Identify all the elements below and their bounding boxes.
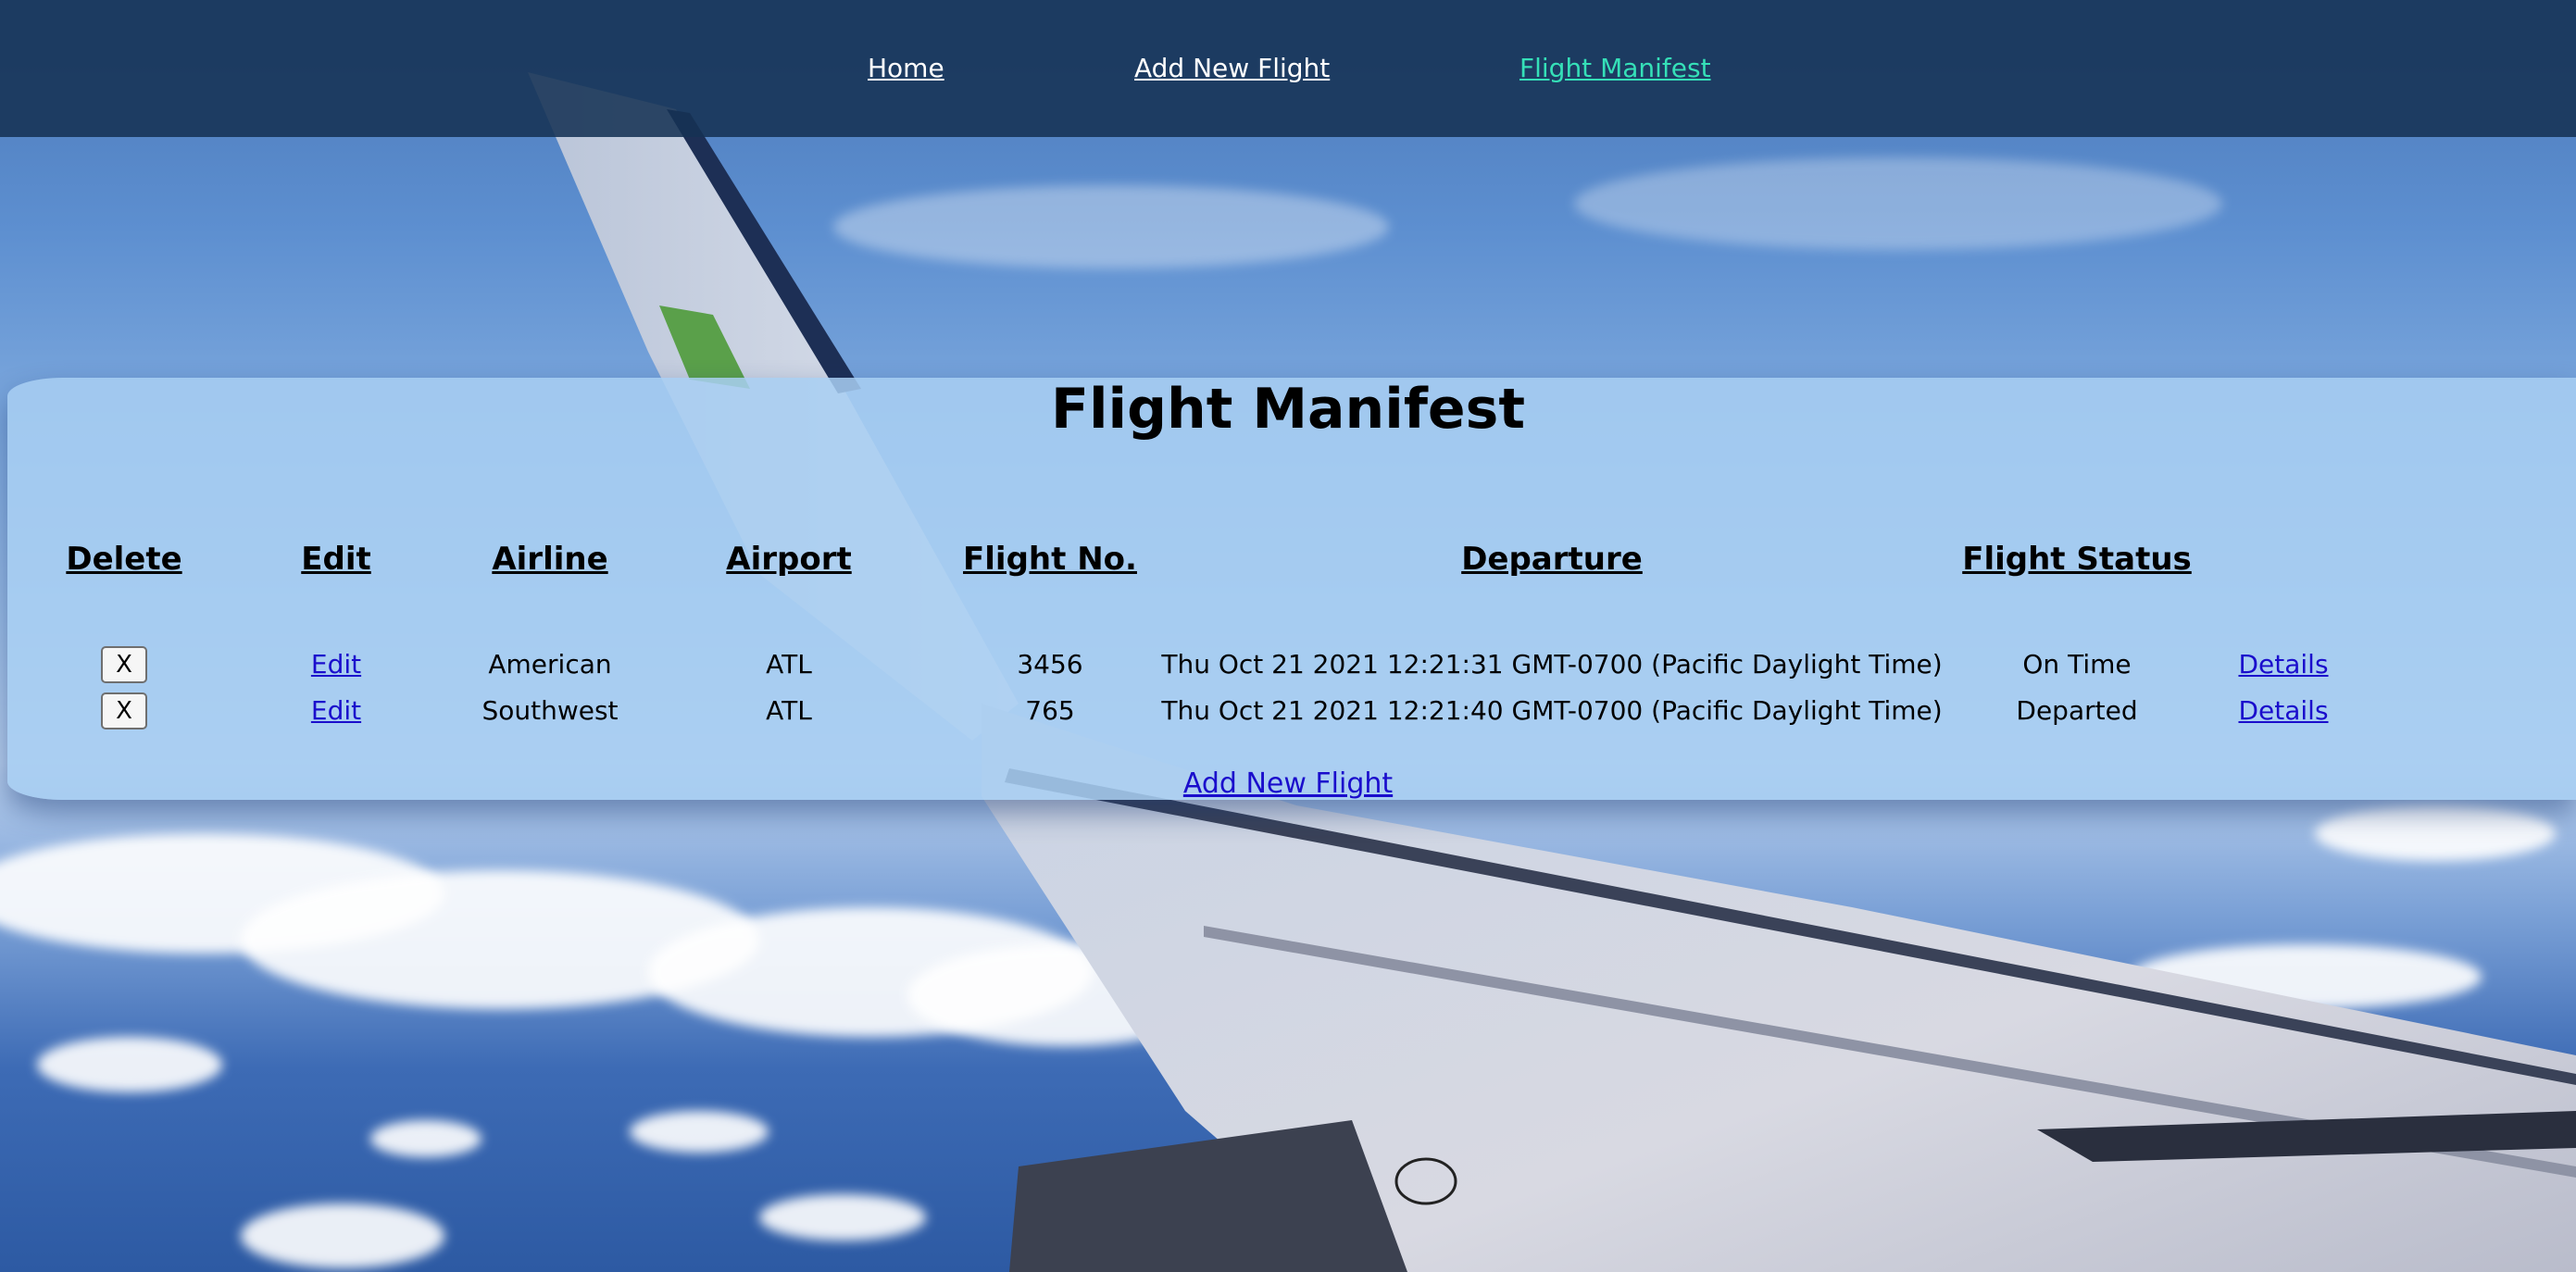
flight-status-cell: Departed [2016,695,2138,726]
delete-flight-button[interactable]: X [101,692,147,730]
column-header-edit: Edit [301,541,371,578]
column-header-delete: Delete [66,541,182,578]
airport-cell: ATL [766,695,812,726]
top-navbar: Home Add New Flight Flight Manifest [0,0,2576,137]
column-header-flight-no: Flight No. [963,541,1137,578]
nav-flight-manifest-link[interactable]: Flight Manifest [1519,50,1711,87]
flight-no-cell: 765 [1025,695,1075,726]
column-header-flight-status: Flight Status [1962,541,2192,578]
departure-cell: Thu Oct 21 2021 12:21:31 GMT-0700 (Pacif… [1161,649,1943,680]
column-header-airline: Airline [492,541,608,578]
nav-home-link[interactable]: Home [868,50,944,87]
edit-flight-link[interactable]: Edit [311,692,361,730]
page-title: Flight Manifest [1050,377,1526,442]
departure-cell: Thu Oct 21 2021 12:21:40 GMT-0700 (Pacif… [1161,695,1943,726]
column-header-airport: Airport [726,541,852,578]
airport-cell: ATL [766,649,812,680]
nav-add-new-flight-link[interactable]: Add New Flight [1134,50,1330,87]
flight-status-cell: On Time [2022,649,2132,680]
page: Home Add New Flight Flight Manifest Flig… [0,0,2576,1272]
add-new-flight-row: Add New Flight [0,765,2576,804]
airline-cell: American [488,649,612,680]
airline-cell: Southwest [481,695,619,726]
details-link[interactable]: Details [2238,692,2328,730]
column-header-departure: Departure [1461,541,1643,578]
flight-no-cell: 3456 [1017,649,1083,680]
details-link[interactable]: Details [2238,646,2328,683]
delete-flight-button[interactable]: X [101,646,147,683]
edit-flight-link[interactable]: Edit [311,646,361,683]
add-new-flight-link[interactable]: Add New Flight [1183,767,1393,800]
